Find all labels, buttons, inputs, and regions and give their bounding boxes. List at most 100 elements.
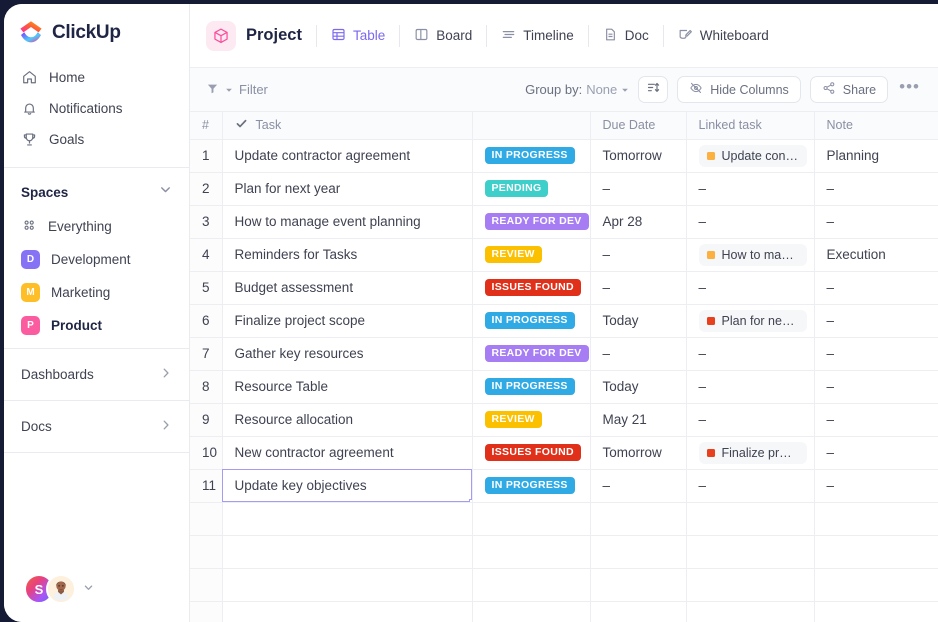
cell-note[interactable]: – — [814, 271, 938, 305]
sidebar-item-marketing[interactable]: M Marketing — [4, 276, 189, 309]
cell-linked-task[interactable]: – — [686, 271, 815, 305]
cell-status[interactable]: READY FOR DEV — [472, 337, 591, 371]
cell-linked-task[interactable]: How to mana… — [686, 238, 815, 272]
cell-due-date[interactable]: – — [590, 238, 687, 272]
cell-task-name[interactable]: Gather key resources — [222, 337, 473, 371]
cell-task-name[interactable]: Update key objectives — [222, 469, 473, 503]
cell-task-name[interactable]: Reminders for Tasks — [222, 238, 473, 272]
cell-note[interactable]: Planning — [814, 139, 938, 173]
cell-note[interactable]: – — [814, 436, 938, 470]
table-row[interactable]: 10 New contractor agreement ISSUES FOUND To… — [190, 436, 938, 470]
sidebar-item-notifications[interactable]: Notifications — [4, 93, 189, 124]
cell-status[interactable]: ISSUES FOUND — [472, 271, 591, 305]
cell-status[interactable]: PENDING — [472, 172, 591, 206]
spaces-section-header[interactable]: Spaces — [4, 174, 189, 210]
hide-columns-button[interactable]: Hide Columns — [677, 76, 801, 103]
chevron-down-icon[interactable] — [83, 580, 94, 598]
tab-doc[interactable]: Doc — [587, 24, 663, 47]
table-row[interactable]: 8 Resource Table IN PROGRESS Today – – — [190, 370, 938, 404]
cell-task-name[interactable]: Update contractor agreement — [222, 139, 473, 173]
cell-linked-task[interactable]: – — [686, 403, 815, 437]
table-row[interactable]: 1 Update contractor agreement IN PROGRESS T… — [190, 139, 938, 173]
cell-note[interactable]: – — [814, 304, 938, 338]
cell-status[interactable]: READY FOR DEV — [472, 205, 591, 239]
cell-note[interactable]: – — [814, 172, 938, 206]
cell-task-name[interactable]: New contractor agreement — [222, 436, 473, 470]
cell-linked-task[interactable]: Plan for next… — [686, 304, 815, 338]
sort-button[interactable] — [638, 76, 669, 103]
cell-status[interactable]: REVIEW — [472, 403, 591, 437]
tab-whiteboard[interactable]: Whiteboard — [662, 24, 783, 47]
filter-button[interactable]: Filter — [206, 82, 268, 98]
table-row[interactable]: 3 How to manage event planning READY FOR D… — [190, 205, 938, 239]
brand[interactable]: ClickUp — [4, 4, 189, 60]
cell-task-name[interactable]: Resource allocation — [222, 403, 473, 437]
cell-resize-handle[interactable] — [468, 498, 471, 501]
cell-due-date[interactable]: Tomorrow — [590, 139, 687, 173]
table-row[interactable]: 5 Budget assessment ISSUES FOUND – – – — [190, 271, 938, 305]
cell-task-name[interactable]: Budget assessment — [222, 271, 473, 305]
avatar-group[interactable]: S — [4, 574, 189, 622]
table-row[interactable]: 6 Finalize project scope IN PROGRESS Today P… — [190, 304, 938, 338]
cell-status[interactable]: REVIEW — [472, 238, 591, 272]
column-header-note[interactable]: Note — [814, 112, 938, 140]
cell-due-date[interactable]: Apr 28 — [590, 205, 687, 239]
cell-status[interactable]: IN PROGRESS — [472, 139, 591, 173]
project-header[interactable]: Project — [206, 20, 316, 51]
sidebar-item-everything[interactable]: Everything — [4, 210, 189, 243]
sidebar-item-docs[interactable]: Docs — [4, 407, 189, 446]
tab-table[interactable]: Table — [315, 24, 399, 47]
cell-linked-task[interactable]: Finalize proje… — [686, 436, 815, 470]
cell-due-date[interactable]: – — [590, 271, 687, 305]
cell-due-date[interactable]: – — [590, 337, 687, 371]
cell-note[interactable]: – — [814, 337, 938, 371]
cell-due-date[interactable]: Today — [590, 370, 687, 404]
table-row[interactable]: 9 Resource allocation REVIEW May 21– – — [190, 403, 938, 437]
column-header-status[interactable] — [472, 112, 591, 140]
cell-note[interactable]: Execution — [814, 238, 938, 272]
cell-linked-task[interactable]: – — [686, 337, 815, 371]
table-row[interactable]: 11 Update key objectives IN PROGRESS – – – — [190, 469, 938, 503]
cell-due-date[interactable]: – — [590, 469, 687, 503]
cell-due-date[interactable]: Today — [590, 304, 687, 338]
cell-status[interactable]: IN PROGRESS — [472, 304, 591, 338]
share-button[interactable]: Share — [809, 76, 889, 103]
sidebar-item-home[interactable]: Home — [4, 62, 189, 93]
chevron-down-icon[interactable] — [158, 182, 173, 202]
cell-note[interactable]: – — [814, 205, 938, 239]
cell-status[interactable]: ISSUES FOUND — [472, 436, 591, 470]
cell-task-name[interactable]: Resource Table — [222, 370, 473, 404]
linked-task-chip[interactable]: How to mana… — [698, 243, 807, 266]
avatar-photo[interactable] — [46, 574, 76, 604]
cell-status[interactable]: IN PROGRESS — [472, 469, 591, 503]
cell-note[interactable]: – — [814, 403, 938, 437]
tab-timeline[interactable]: Timeline — [486, 24, 588, 47]
sidebar-item-development[interactable]: D Development — [4, 243, 189, 276]
cell-note[interactable]: – — [814, 370, 938, 404]
column-header-num[interactable]: # — [190, 112, 223, 140]
cell-due-date[interactable]: Tomorrow — [590, 436, 687, 470]
cell-task-name[interactable]: Plan for next year — [222, 172, 473, 206]
cell-linked-task[interactable]: – — [686, 469, 815, 503]
column-header-task[interactable]: Task — [222, 112, 473, 140]
table-row[interactable]: 7 Gather key resources READY FOR DEV – – – — [190, 337, 938, 371]
cell-linked-task[interactable]: – — [686, 370, 815, 404]
sidebar-item-product[interactable]: P Product — [4, 309, 189, 342]
cell-status[interactable]: IN PROGRESS — [472, 370, 591, 404]
cell-task-name[interactable]: How to manage event planning — [222, 205, 473, 239]
sidebar-item-dashboards[interactable]: Dashboards — [4, 355, 189, 394]
cell-note[interactable]: – — [814, 469, 938, 503]
cell-linked-task[interactable]: Update contr… — [686, 139, 815, 173]
column-header-due-date[interactable]: Due Date — [590, 112, 687, 140]
more-options-button[interactable]: ••• — [897, 77, 924, 103]
linked-task-chip[interactable]: Plan for next… — [698, 309, 807, 332]
linked-task-chip[interactable]: Update contr… — [698, 144, 807, 167]
sidebar-item-goals[interactable]: Goals — [4, 124, 189, 155]
cell-linked-task[interactable]: – — [686, 172, 815, 206]
table-container[interactable]: # Task Due Date Linked task Note 1 Updat… — [190, 112, 938, 622]
table-row[interactable]: 2 Plan for next year PENDING – – – — [190, 172, 938, 206]
cell-due-date[interactable]: May 21 — [590, 403, 687, 437]
tab-board[interactable]: Board — [399, 24, 486, 47]
table-row[interactable]: 4Reminders for Tasks REVIEW – How to mana… E… — [190, 238, 938, 272]
cell-linked-task[interactable]: – — [686, 205, 815, 239]
